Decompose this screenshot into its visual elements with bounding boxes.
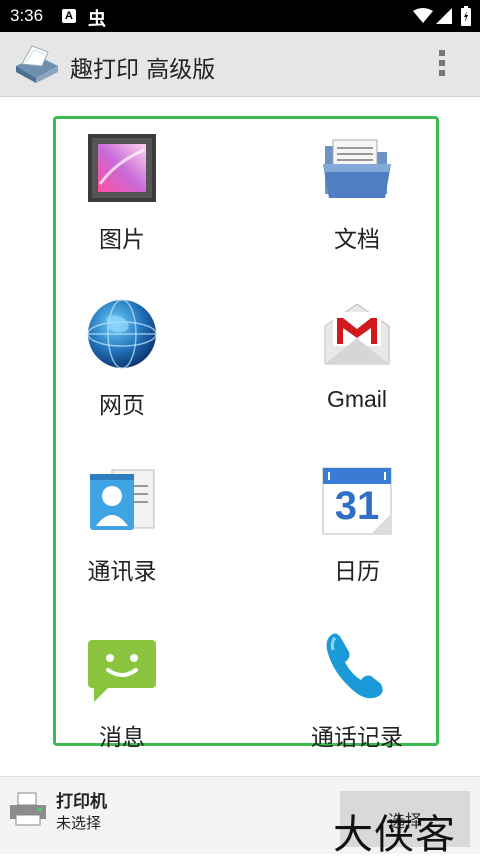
status-time: 3:36 (10, 6, 44, 25)
tile-label: 图片 (99, 227, 145, 253)
tile-label: 通话记录 (311, 725, 403, 751)
printer-logo-icon (16, 45, 58, 83)
tile-contacts[interactable]: 通讯录 (52, 452, 192, 602)
notification-a-icon: A (62, 9, 76, 23)
signal-icon (436, 8, 452, 24)
overflow-dot-icon (439, 60, 445, 66)
calendar-day: 31 (334, 484, 380, 528)
printer-status: 未选择 (56, 814, 102, 832)
watermark: 大侠客 (333, 812, 456, 858)
contacts-icon (90, 469, 155, 530)
messages-icon (88, 640, 156, 702)
tile-documents[interactable]: 文档 (287, 120, 427, 270)
app-title: 趣打印 高级版 (70, 57, 216, 83)
tile-calendar[interactable]: 31 日历 (287, 452, 427, 602)
tile-label: 通讯录 (87, 559, 157, 585)
gallery-icon (88, 134, 156, 202)
tile-label: 文档 (334, 227, 380, 253)
tile-messages[interactable]: 消息 (52, 618, 192, 768)
tile-label: Gmail (326, 386, 388, 412)
globe-icon (87, 299, 157, 369)
tile-gmail[interactable]: Gmail (287, 286, 427, 436)
tile-call-log[interactable]: 通话记录 (287, 618, 427, 768)
notification-bug-icon: 虫 (88, 9, 106, 30)
tile-label: 消息 (99, 725, 145, 751)
document-folder-icon (323, 139, 391, 198)
printer-icon (10, 792, 46, 826)
overflow-dot-icon (439, 70, 445, 76)
tile-pictures[interactable]: 图片 (52, 120, 192, 270)
wifi-icon (413, 8, 433, 23)
overflow-dot-icon (439, 50, 445, 56)
tile-web[interactable]: 网页 (52, 286, 192, 436)
battery-icon (461, 6, 471, 26)
status-bar: 3:36 A 虫 (0, 0, 480, 32)
call-log-icon (326, 633, 383, 699)
tile-label: 日历 (334, 559, 380, 585)
overflow-menu-button[interactable] (432, 46, 452, 82)
printer-title: 打印机 (56, 792, 107, 812)
tile-label: 网页 (99, 393, 145, 419)
gmail-icon (324, 303, 390, 365)
app-bar: 趣打印 高级版 (0, 32, 480, 97)
